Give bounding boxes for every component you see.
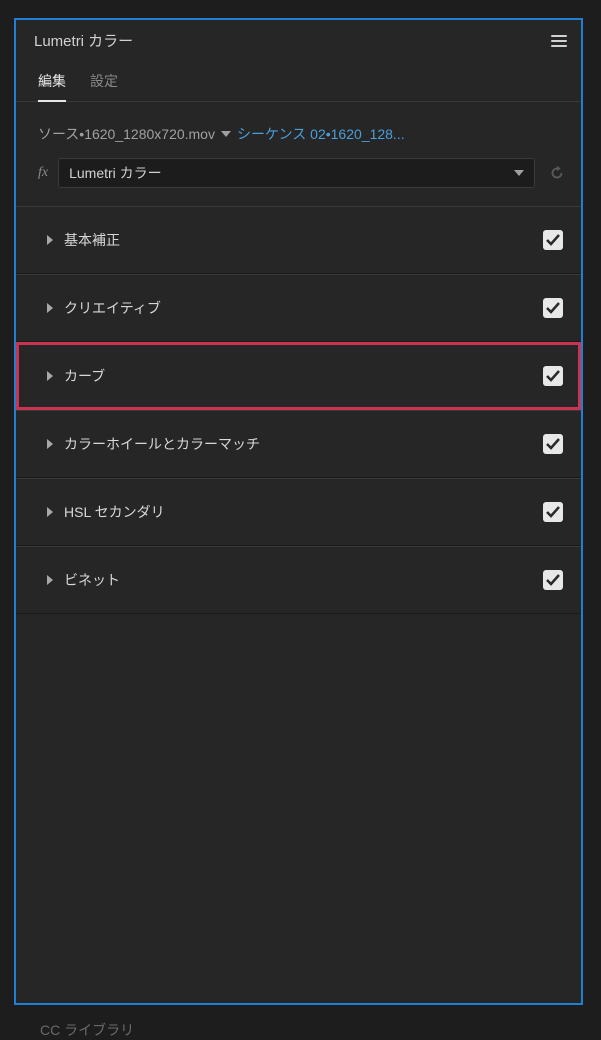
section-label: ビネット [64, 570, 120, 590]
lumetri-color-panel: Lumetri カラー 編集 設定 ソース•1620_1280x720.mov … [14, 18, 583, 1005]
effect-dropdown[interactable]: Lumetri カラー [58, 158, 535, 188]
section-curves[interactable]: カーブ [16, 342, 581, 410]
section-checkbox[interactable] [543, 502, 563, 522]
fx-icon: fx [38, 165, 48, 181]
bottom-partial-text: CC ライブラリ [40, 1022, 134, 1038]
chevron-right-icon [46, 303, 54, 313]
panel-header: Lumetri カラー [16, 20, 581, 59]
section-creative[interactable]: クリエイティブ [16, 274, 581, 342]
tabs: 編集 設定 [16, 59, 581, 102]
reset-icon[interactable] [545, 162, 567, 184]
source-row: ソース•1620_1280x720.mov シーケンス 02•1620_128.… [16, 102, 581, 148]
chevron-right-icon [46, 507, 54, 517]
source-dropdown-icon[interactable] [221, 129, 231, 139]
effect-dropdown-label: Lumetri カラー [69, 163, 162, 183]
section-hsl-secondary[interactable]: HSL セカンダリ [16, 478, 581, 546]
panel-menu-icon[interactable] [551, 33, 567, 49]
section-label: カーブ [64, 366, 105, 386]
section-label: クリエイティブ [64, 298, 161, 318]
bottom-bar: CC ライブラリ [0, 1010, 601, 1040]
tab-settings[interactable]: 設定 [90, 71, 118, 101]
panel-title: Lumetri カラー [34, 30, 133, 51]
effect-row: fx Lumetri カラー [16, 148, 581, 204]
chevron-right-icon [46, 439, 54, 449]
section-vignette[interactable]: ビネット [16, 546, 581, 614]
section-label: HSL セカンダリ [64, 502, 165, 522]
sections-list: 基本補正 クリエイティブ [16, 206, 581, 614]
section-checkbox[interactable] [543, 298, 563, 318]
section-color-wheels-match[interactable]: カラーホイールとカラーマッチ [16, 410, 581, 478]
section-label: 基本補正 [64, 230, 120, 250]
section-checkbox[interactable] [543, 366, 563, 386]
tab-edit[interactable]: 編集 [38, 71, 66, 101]
sequence-link[interactable]: シーケンス 02•1620_128... [237, 124, 405, 144]
chevron-down-icon [514, 168, 524, 178]
source-clip-label: ソース•1620_1280x720.mov [38, 124, 215, 144]
chevron-right-icon [46, 371, 54, 381]
section-checkbox[interactable] [543, 230, 563, 250]
chevron-right-icon [46, 575, 54, 585]
section-label: カラーホイールとカラーマッチ [64, 434, 260, 454]
section-checkbox[interactable] [543, 570, 563, 590]
chevron-right-icon [46, 235, 54, 245]
section-basic-correction[interactable]: 基本補正 [16, 206, 581, 274]
section-checkbox[interactable] [543, 434, 563, 454]
